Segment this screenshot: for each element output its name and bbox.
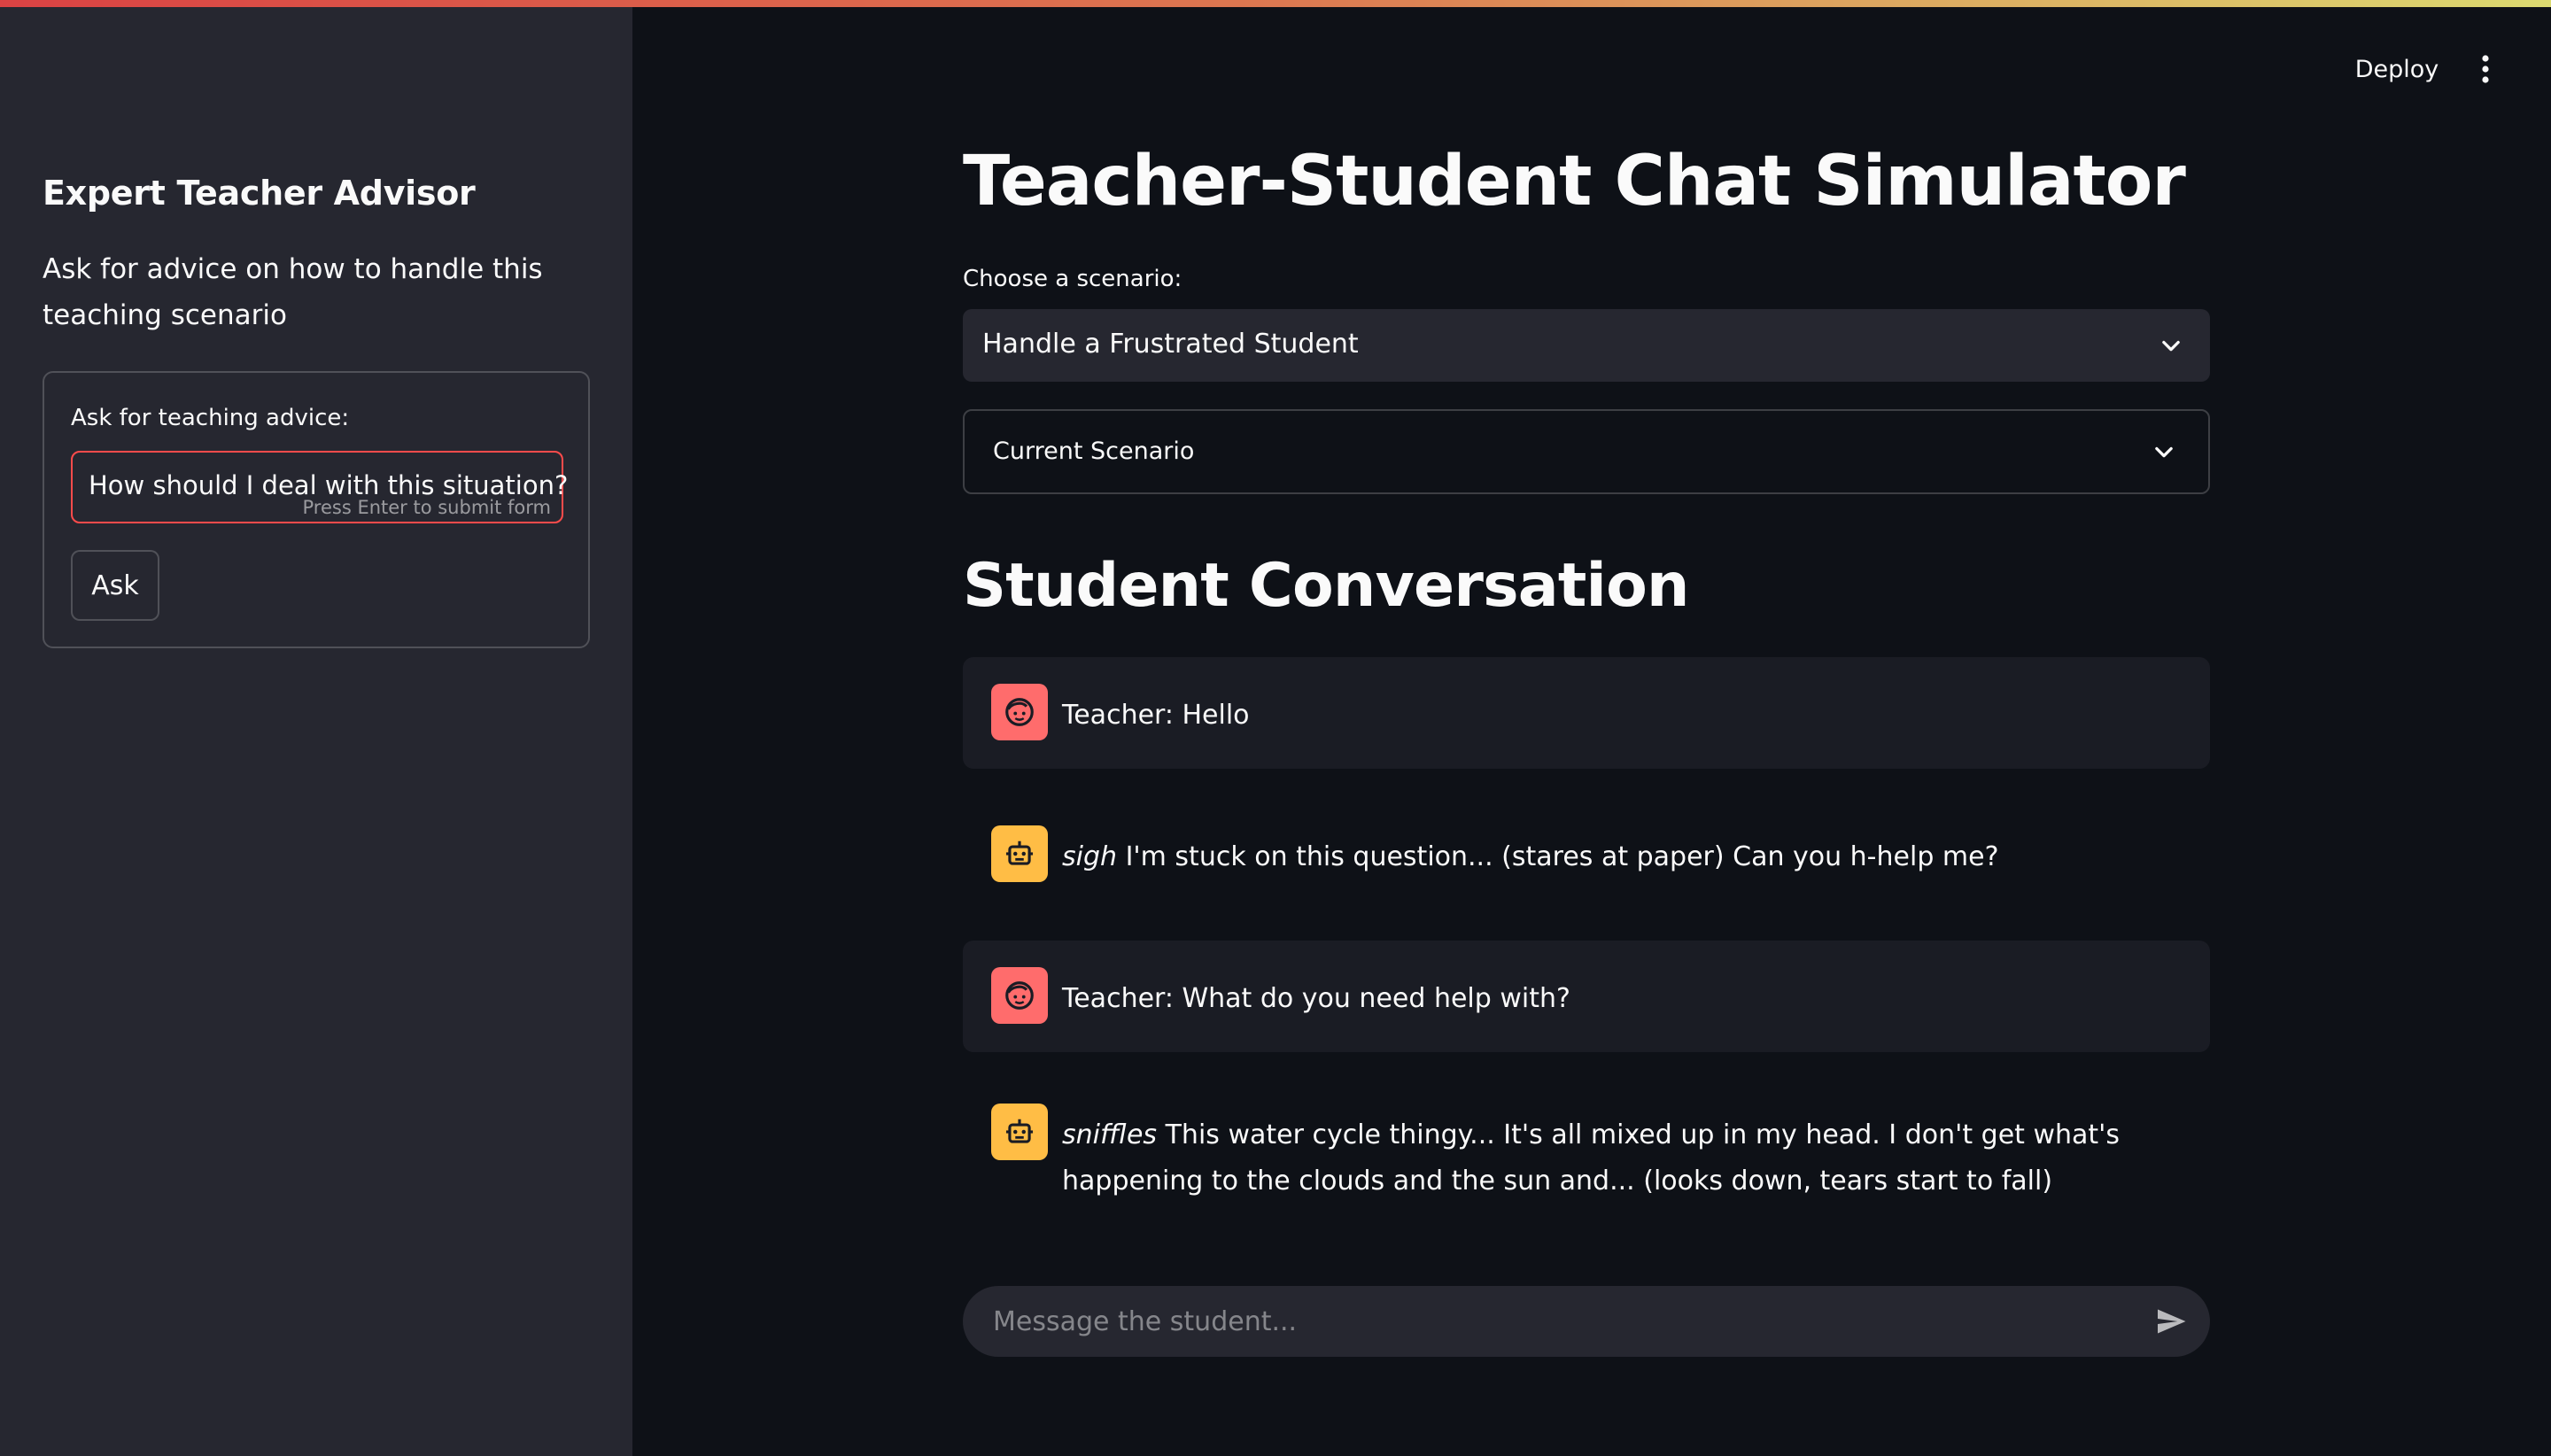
scenario-select-label: Choose a scenario: — [963, 266, 1182, 292]
advice-input-label: Ask for teaching advice: — [71, 405, 350, 431]
chat-input-bar — [963, 1286, 2210, 1357]
scenario-selected-value: Handle a Frustrated Student — [982, 329, 1359, 360]
deploy-button[interactable]: Deploy — [2342, 50, 2452, 89]
sidebar-description: Ask for advice on how to handle this tea… — [43, 253, 543, 331]
advice-input-value[interactable]: How should I deal with this situation? — [89, 470, 568, 500]
page-title: Teacher-Student Chat Simulator — [963, 142, 2186, 221]
main-menu-button[interactable] — [2468, 50, 2503, 89]
conversation-title: Student Conversation — [963, 551, 1689, 621]
top-decoration-bar — [0, 0, 2551, 7]
message-body: I'm stuck on this question... (stares at… — [1117, 841, 1999, 872]
current-scenario-expander[interactable]: Current Scenario — [963, 409, 2210, 494]
advice-form: Ask for teaching advice: How should I de… — [43, 371, 590, 648]
robot-icon — [991, 825, 1048, 882]
chat-message-teacher: Teacher: What do you need help with? — [963, 941, 2210, 1052]
chat-message-teacher: Teacher: Hello — [963, 657, 2210, 769]
more-vertical-icon — [2482, 55, 2489, 83]
sidebar-title: Expert Teacher Advisor — [43, 174, 476, 213]
message-text: sigh I'm stuck on this question... (star… — [1062, 834, 2187, 880]
ask-button[interactable]: Ask — [71, 550, 159, 621]
advice-input[interactable]: How should I deal with this situation? P… — [71, 451, 568, 523]
chevron-down-icon — [2162, 340, 2180, 352]
chat-input[interactable] — [993, 1300, 2109, 1343]
chat-message-student: sniffles This water cycle thingy... It's… — [963, 1077, 2210, 1233]
send-button[interactable] — [2152, 1304, 2190, 1339]
sidebar: Expert Teacher Advisor Ask for advice on… — [0, 7, 632, 1456]
expander-label: Current Scenario — [993, 438, 1195, 465]
user-face-icon — [991, 684, 1048, 740]
message-emphasis: sniffles — [1062, 1119, 1158, 1150]
chevron-down-icon — [2155, 446, 2173, 458]
message-emphasis: sigh — [1062, 841, 1118, 872]
user-face-icon — [991, 967, 1048, 1024]
chat-message-student: sigh I'm stuck on this question... (star… — [963, 799, 2210, 910]
message-text: sniffles This water cycle thingy... It's… — [1062, 1112, 2187, 1204]
message-text: Teacher: What do you need help with? — [1062, 983, 1570, 1014]
submit-hint: Press Enter to submit form — [302, 497, 552, 518]
message-text: Teacher: Hello — [1062, 700, 1250, 731]
message-body: This water cycle thingy... It's all mixe… — [1062, 1119, 2121, 1197]
scenario-select[interactable]: Handle a Frustrated Student — [963, 309, 2210, 382]
robot-icon — [991, 1104, 1048, 1160]
send-icon — [2158, 1309, 2186, 1334]
